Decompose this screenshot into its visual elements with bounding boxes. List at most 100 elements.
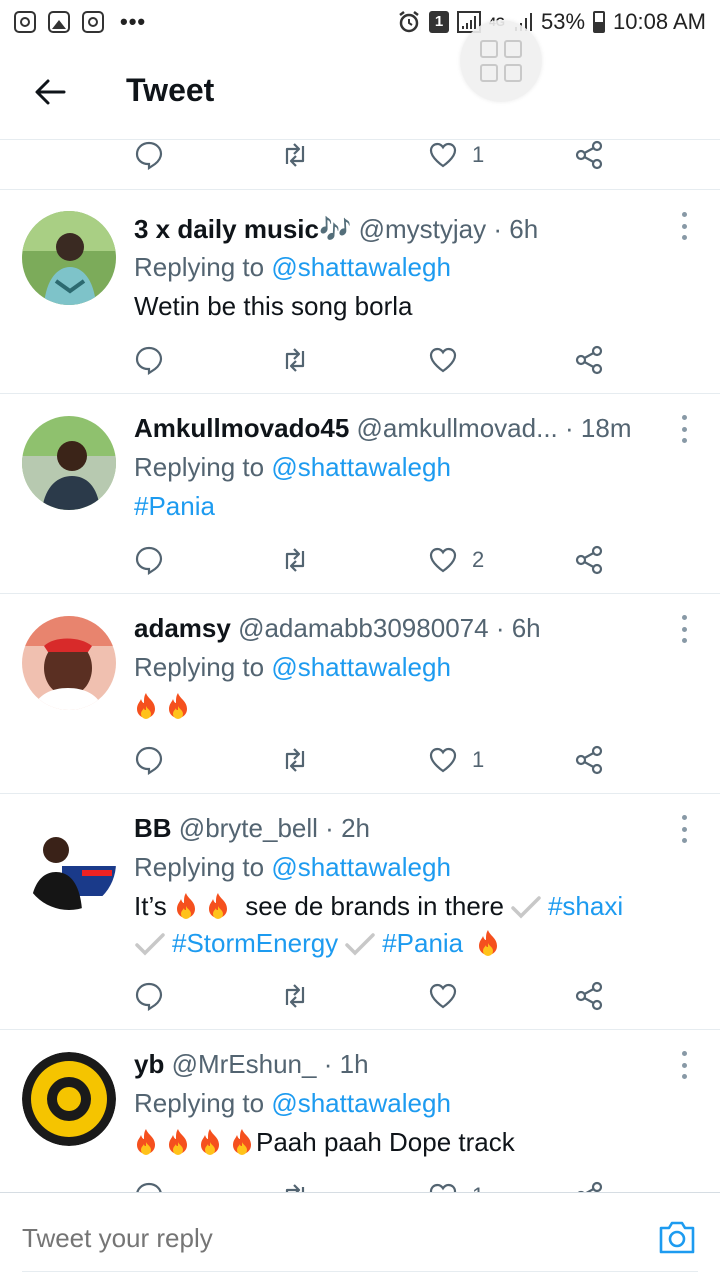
check-mark-emoji-icon [511, 896, 541, 919]
display-name[interactable]: 3 x daily music🎶 [134, 214, 351, 244]
fire-emoji-icon [233, 1129, 251, 1155]
tweet-partial: 1 [0, 140, 720, 190]
like-action[interactable]: 1 [428, 1179, 484, 1192]
clock: 10:08 AM [613, 9, 706, 34]
retweet-icon [285, 143, 305, 167]
like-action[interactable] [428, 979, 472, 1013]
hashtag-link[interactable]: #Pania [382, 928, 463, 958]
share-icon [575, 545, 603, 575]
reply-tweet[interactable]: Amkullmovado45 @amkullmovad... · 18m Rep… [0, 394, 720, 594]
replying-to-label: Replying to [134, 652, 265, 682]
retweet-action[interactable] [280, 343, 310, 377]
handle[interactable]: @adamabb30980074 [238, 613, 489, 643]
tweet-text[interactable]: #Pania [134, 488, 694, 525]
avatar[interactable] [22, 1052, 116, 1146]
share-action[interactable] [574, 543, 604, 577]
display-name[interactable]: yb [134, 1049, 164, 1079]
battery-icon [593, 11, 606, 33]
replying-to: Replying to @shattawalegh [134, 452, 451, 483]
reply-icon [135, 346, 163, 375]
fire-emoji-icon [479, 930, 498, 956]
fire-emoji-icon [209, 893, 227, 919]
mention-link[interactable]: @shattawalegh [271, 452, 451, 482]
reply-action[interactable] [134, 743, 164, 777]
reply-tweet[interactable]: 3 x daily music🎶 @mystyjay · 6h Replying… [0, 190, 720, 394]
more-options-icon[interactable] [678, 815, 690, 843]
timestamp: 6h [511, 613, 541, 643]
share-action[interactable] [574, 979, 604, 1013]
sim-badge: 1 [428, 11, 449, 33]
handle[interactable]: @MrEshun_ [172, 1049, 317, 1079]
tweet-text: Paah paah Dope track [134, 1124, 694, 1161]
share-icon [577, 1181, 603, 1192]
camera-button[interactable] [658, 1219, 696, 1255]
like-action[interactable]: 1 [428, 743, 484, 777]
mention-link[interactable]: @shattawalegh [271, 652, 451, 682]
display-name[interactable]: adamsy [134, 613, 231, 643]
retweet-icon [285, 548, 305, 572]
reply-action[interactable] [134, 343, 164, 377]
tweet-text [134, 688, 694, 725]
retweet-action[interactable] [280, 543, 310, 577]
more-options-icon[interactable] [678, 415, 690, 443]
share-action[interactable] [574, 140, 604, 172]
reply-tweet[interactable]: adamsy @adamabb30980074 · 6h Replying to… [0, 594, 720, 794]
reply-action[interactable] [134, 979, 164, 1013]
more-notifications-icon: ••• [120, 9, 147, 34]
handle[interactable]: @amkullmovad... [357, 413, 558, 443]
mention-link[interactable]: @shattawalegh [271, 252, 451, 282]
tweet-actions [134, 979, 614, 1013]
reply-feed[interactable]: 1 3 x daily music🎶 @mystyjay · 6h Replyi… [0, 140, 720, 1192]
timestamp: 18m [580, 413, 632, 443]
tweet-actions: 1 [134, 140, 614, 172]
retweet-action[interactable] [280, 979, 310, 1013]
share-action[interactable] [574, 343, 604, 377]
avatar[interactable] [22, 416, 116, 510]
avatar[interactable] [22, 211, 116, 305]
like-action[interactable] [428, 343, 472, 377]
retweet-action[interactable] [280, 140, 310, 172]
hashtag-link[interactable]: #shaxi [548, 891, 623, 921]
reply-action[interactable] [134, 1179, 164, 1192]
back-button[interactable] [30, 72, 70, 112]
share-icon [575, 140, 603, 170]
reply-tweet[interactable]: yb @MrEshun_ · 1h Replying to @shattawal… [0, 1030, 720, 1192]
handle[interactable]: @mystyjay [359, 214, 487, 244]
more-options-icon[interactable] [678, 1051, 690, 1079]
mention-link[interactable]: @shattawalegh [271, 852, 451, 882]
fire-emoji-icon [169, 1129, 187, 1155]
share-icon [575, 981, 603, 1011]
tweet-text-start: It’s [134, 891, 167, 921]
timestamp: 2h [341, 813, 370, 843]
reply-icon [135, 982, 163, 1011]
display-name[interactable]: BB [134, 813, 172, 843]
floating-window-button[interactable] [460, 20, 542, 102]
retweet-action[interactable] [280, 1179, 310, 1192]
avatar[interactable] [22, 816, 116, 910]
like-action[interactable]: 2 [428, 543, 484, 577]
separator-dot: · [323, 1049, 333, 1079]
share-action[interactable] [574, 743, 604, 777]
replying-to-label: Replying to [134, 852, 265, 882]
hashtag-link[interactable]: #StormEnergy [172, 928, 338, 958]
more-options-icon[interactable] [678, 615, 690, 643]
mention-link[interactable]: @shattawalegh [271, 1088, 451, 1118]
retweet-action[interactable] [280, 743, 310, 777]
more-options-icon[interactable] [678, 212, 690, 240]
handle[interactable]: @bryte_bell [179, 813, 318, 843]
timestamp: 6h [509, 214, 539, 244]
like-action[interactable]: 1 [428, 140, 484, 172]
share-icon [575, 345, 603, 375]
like-count: 1 [472, 747, 485, 772]
reply-tweet[interactable]: BB @bryte_bell · 2h Replying to @shattaw… [0, 794, 720, 1030]
display-name[interactable]: Amkullmovado45 [134, 413, 349, 443]
share-action[interactable] [574, 1179, 604, 1192]
retweet-icon [285, 1184, 305, 1192]
reply-input[interactable] [22, 1223, 582, 1254]
avatar[interactable] [22, 616, 116, 710]
like-count: 1 [472, 1183, 484, 1192]
reply-action[interactable] [134, 140, 164, 172]
reply-bar [0, 1192, 720, 1280]
tweet-actions: 1 [134, 743, 614, 777]
reply-action[interactable] [134, 543, 164, 577]
